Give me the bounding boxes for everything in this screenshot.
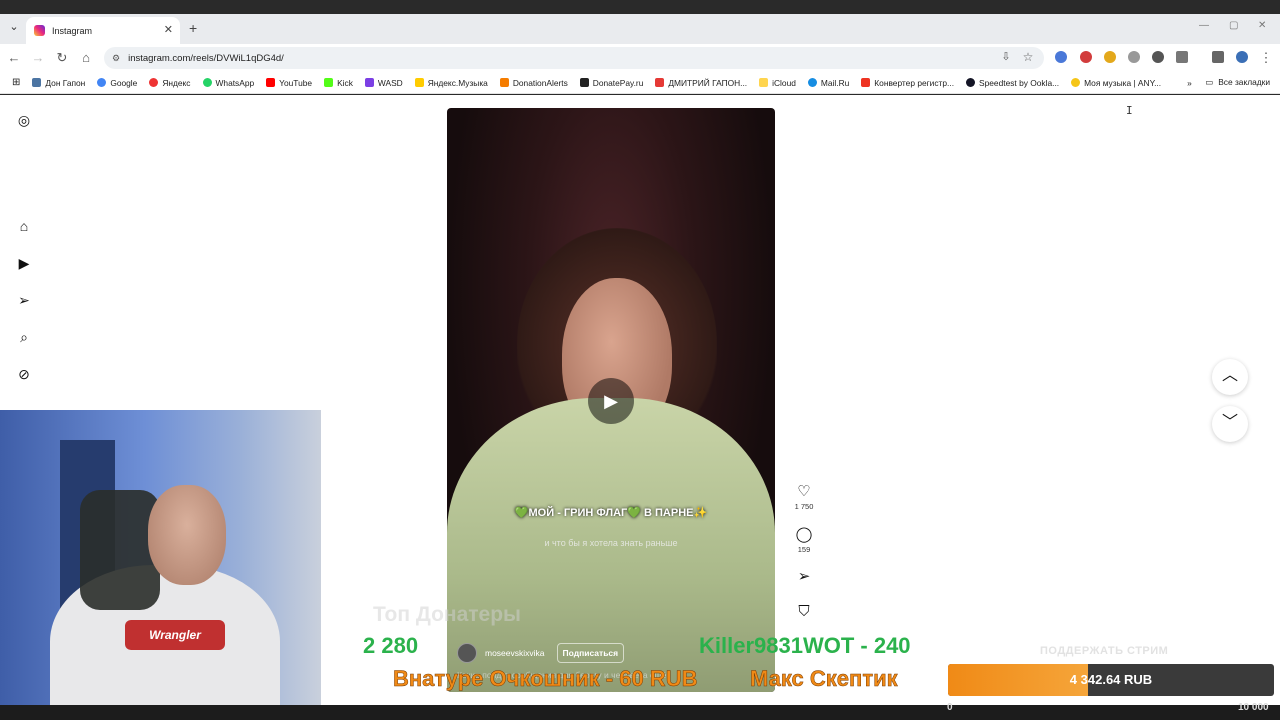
search-icon[interactable]: ⌕ bbox=[16, 329, 32, 345]
play-icon[interactable]: ▶ bbox=[588, 378, 634, 424]
tab-instagram[interactable]: Instagram ✕ bbox=[26, 17, 180, 44]
shirt-logo: Wrangler bbox=[125, 620, 225, 650]
donation-amount: 4 342.64 RUB bbox=[1069, 672, 1153, 687]
close-tab-icon[interactable]: ✕ bbox=[164, 23, 173, 36]
translate-extension-icon[interactable] bbox=[1055, 51, 1067, 63]
webcam-overlay: Wrangler bbox=[0, 410, 321, 720]
extensions-puzzle-icon[interactable] bbox=[1176, 51, 1188, 63]
next-reel-button[interactable]: ﹀ bbox=[1212, 406, 1248, 442]
ticker-donation: Внатуре Очкошник - 60 RUB bbox=[393, 666, 698, 692]
folder-icon: ▭ bbox=[1205, 77, 1214, 87]
reel-author: moseevskixvika Подписаться bbox=[457, 643, 625, 663]
screen: ⌄ Instagram ✕ + — ▢ ✕ ← → ↻ ⌂ ⚙ instagra… bbox=[0, 0, 1280, 720]
maximize-icon[interactable]: ▢ bbox=[1229, 20, 1238, 31]
heart-icon[interactable]: ♡ bbox=[793, 484, 815, 500]
chevron-down-icon: ﹀ bbox=[1221, 414, 1238, 431]
bookmark-item[interactable]: Яндекс bbox=[143, 78, 196, 88]
extension-icon[interactable] bbox=[1152, 51, 1164, 63]
save-action[interactable]: ⛉ bbox=[793, 604, 815, 620]
bottom-strip bbox=[0, 705, 1280, 720]
adblock-extension-icon[interactable] bbox=[1080, 51, 1092, 63]
comment-action[interactable]: ◯ 159 bbox=[793, 527, 815, 555]
bookmark-item[interactable]: Дон Гапон bbox=[26, 78, 91, 88]
text-cursor-icon: I bbox=[1126, 104, 1133, 117]
home-icon[interactable]: ⌂ bbox=[78, 50, 94, 65]
reels-icon[interactable]: ▶ bbox=[16, 255, 32, 271]
bookmark-item[interactable]: Моя музыка | ANY... bbox=[1065, 78, 1167, 88]
instagram-logo-icon[interactable]: ◎ bbox=[16, 112, 32, 128]
goal-max: 10 000 bbox=[1238, 702, 1269, 713]
tab-title: Instagram bbox=[52, 25, 93, 36]
author-avatar[interactable] bbox=[457, 643, 477, 663]
url-text: instagram.com/reels/DVWiL1qDG4d/ bbox=[128, 52, 284, 64]
bookmarks-bar: ⊞ Дон Гапон Google Яндекс WhatsApp YouTu… bbox=[0, 72, 1280, 94]
bookmark-item[interactable]: iCloud bbox=[753, 78, 802, 88]
browser-menu-icon[interactable]: ⋮ bbox=[1258, 50, 1274, 66]
chevron-up-icon: ︿ bbox=[1221, 367, 1238, 384]
home-icon[interactable]: ⌂ bbox=[16, 218, 32, 234]
explore-icon[interactable]: ⊘ bbox=[16, 366, 32, 382]
extension-icon[interactable] bbox=[1128, 51, 1140, 63]
bookmark-item[interactable]: Speedtest by Ookla... bbox=[960, 78, 1065, 88]
goal-min: 0 bbox=[947, 702, 953, 713]
back-icon[interactable]: ← bbox=[6, 50, 22, 65]
extension-icon[interactable] bbox=[1104, 51, 1116, 63]
top-donators-title: Топ Донатеры bbox=[373, 603, 521, 626]
bookmark-icon[interactable]: ⛉ bbox=[793, 604, 815, 620]
bookmark-item[interactable]: Mail.Ru bbox=[802, 78, 855, 88]
bookmark-item[interactable]: WASD bbox=[359, 78, 409, 88]
bookmark-star-icon[interactable]: ☆ bbox=[1020, 50, 1036, 64]
like-action[interactable]: ♡ 1 750 bbox=[793, 484, 815, 512]
direct-messages-icon[interactable]: ➢ bbox=[16, 292, 32, 308]
donation-goal-bar: 4 342.64 RUB bbox=[948, 664, 1274, 696]
new-tab-icon[interactable]: + bbox=[189, 20, 197, 36]
author-name[interactable]: moseevskixvika bbox=[485, 648, 545, 658]
all-bookmarks[interactable]: ▭ Все закладки bbox=[1205, 77, 1270, 87]
reading-list-icon[interactable] bbox=[1212, 51, 1224, 63]
bookmark-item[interactable]: Конвертер регистр... bbox=[855, 78, 960, 88]
forward-icon[interactable]: → bbox=[30, 50, 46, 65]
close-window-icon[interactable]: ✕ bbox=[1258, 20, 1266, 31]
toolbar: ← → ↻ ⌂ ⚙ instagram.com/reels/DVWiL1qDG4… bbox=[0, 44, 1280, 72]
bookmark-item[interactable]: YouTube bbox=[260, 78, 318, 88]
support-stream-label: ПОДДЕРЖАТЬ СТРИМ bbox=[1040, 645, 1169, 657]
previous-reel-button[interactable]: ︿ bbox=[1212, 359, 1248, 395]
bookmark-item[interactable]: Яндекс.Музыка bbox=[409, 78, 494, 88]
like-count: 1 750 bbox=[794, 502, 814, 511]
streamer-head bbox=[148, 485, 226, 585]
share-icon[interactable]: ➢ bbox=[793, 569, 815, 585]
site-info-icon[interactable]: ⚙ bbox=[112, 53, 120, 64]
bookmark-item[interactable]: Google bbox=[91, 78, 143, 88]
follow-button[interactable]: Подписаться bbox=[556, 643, 625, 663]
minimize-icon[interactable]: — bbox=[1199, 20, 1209, 31]
apps-icon[interactable]: ⊞ bbox=[6, 77, 26, 88]
bookmark-item[interactable]: Kick bbox=[318, 78, 359, 88]
tab-strip: ⌄ Instagram ✕ + — ▢ ✕ bbox=[0, 14, 1280, 44]
install-app-icon[interactable]: ⇩ bbox=[998, 50, 1014, 63]
comment-count: 159 bbox=[797, 545, 811, 554]
ticker-amount: 2 280 bbox=[363, 633, 419, 658]
ticker-donation: Макс Скептик bbox=[750, 666, 898, 692]
video-subcaption: и что бы я хотела знать раньше bbox=[544, 538, 678, 548]
ticker-donator: Killer9831WOT - 240 bbox=[699, 633, 911, 658]
bookmark-item[interactable]: WhatsApp bbox=[197, 78, 261, 88]
instagram-favicon-icon bbox=[34, 25, 45, 36]
share-action[interactable]: ➢ bbox=[793, 569, 815, 585]
comment-icon[interactable]: ◯ bbox=[793, 527, 815, 543]
bookmark-item[interactable]: DonationAlerts bbox=[494, 78, 574, 88]
bookmark-item[interactable]: DonatePay.ru bbox=[574, 78, 650, 88]
address-bar[interactable]: ⚙ instagram.com/reels/DVWiL1qDG4d/ bbox=[104, 47, 1044, 69]
bookmark-item[interactable]: ДМИТРИЙ ГАПОН... bbox=[649, 78, 753, 88]
more-bookmarks-icon[interactable]: » bbox=[1181, 78, 1198, 88]
tab-search-icon[interactable]: ⌄ bbox=[6, 20, 22, 36]
profile-avatar[interactable] bbox=[1236, 51, 1248, 63]
reload-icon[interactable]: ↻ bbox=[54, 50, 70, 66]
video-caption: 💚МОЙ - ГРИН ФЛАГ💚 В ПАРНЕ✨ bbox=[514, 507, 708, 519]
